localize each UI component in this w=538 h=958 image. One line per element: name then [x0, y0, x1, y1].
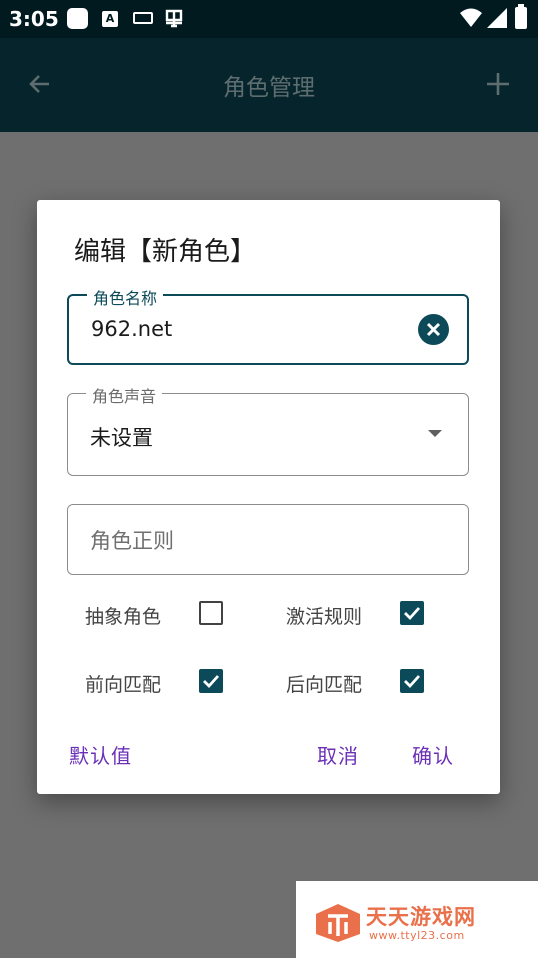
watermark-name: 天天游戏网 [366, 905, 476, 929]
edit-role-dialog: 编辑【新角色】 角色名称 962.net 角色声音 未设置 角色正则 抽象角色 … [37, 200, 500, 794]
battery-icon [515, 4, 527, 29]
role-voice-select[interactable]: 角色声音 未设置 [67, 383, 469, 476]
activate-rule-checkbox[interactable] [400, 601, 424, 625]
backward-match-checkbox[interactable] [400, 669, 424, 693]
forward-match-label: 前向匹配 [85, 674, 162, 696]
signal-icon [487, 8, 507, 28]
clear-icon[interactable] [418, 314, 449, 345]
abstract-role-checkbox[interactable] [199, 601, 223, 625]
keyboard-icon [133, 12, 153, 24]
role-name-label: 角色名称 [87, 285, 164, 309]
backward-match-label: 后向匹配 [286, 674, 363, 696]
activate-rule-label: 激活规则 [286, 606, 363, 628]
status-bar: 3:05 A [0, 0, 538, 38]
forward-match-checkbox[interactable] [199, 669, 223, 693]
plus-icon[interactable] [482, 68, 514, 100]
role-regex-field[interactable]: 角色正则 [67, 504, 469, 575]
wifi-icon [460, 8, 482, 28]
role-voice-value: 未设置 [90, 426, 153, 450]
cancel-button[interactable]: 取消 [317, 740, 359, 769]
role-name-field[interactable]: 角色名称 962.net [67, 285, 469, 365]
dropdown-arrow-icon[interactable] [428, 430, 442, 437]
role-name-value[interactable]: 962.net [91, 317, 172, 341]
page-title: 角色管理 [223, 75, 315, 101]
watermark-url: www.ttyl23.com [369, 929, 465, 942]
confirm-button[interactable]: 确认 [412, 740, 454, 769]
bug-icon [163, 7, 185, 28]
abstract-role-label: 抽象角色 [85, 606, 162, 628]
dialog-title: 编辑【新角色】 [74, 237, 257, 267]
square-notification-icon [67, 8, 88, 29]
status-time: 3:05 [9, 7, 59, 31]
a-keyboard-icon: A [102, 11, 118, 27]
watermark-logo-icon [314, 902, 362, 948]
default-button[interactable]: 默认值 [69, 740, 132, 769]
role-regex-placeholder: 角色正则 [90, 529, 174, 553]
role-voice-label: 角色声音 [86, 383, 163, 407]
app-bar: 角色管理 [0, 38, 538, 132]
watermark: 天天游戏网 www.ttyl23.com [296, 881, 538, 958]
